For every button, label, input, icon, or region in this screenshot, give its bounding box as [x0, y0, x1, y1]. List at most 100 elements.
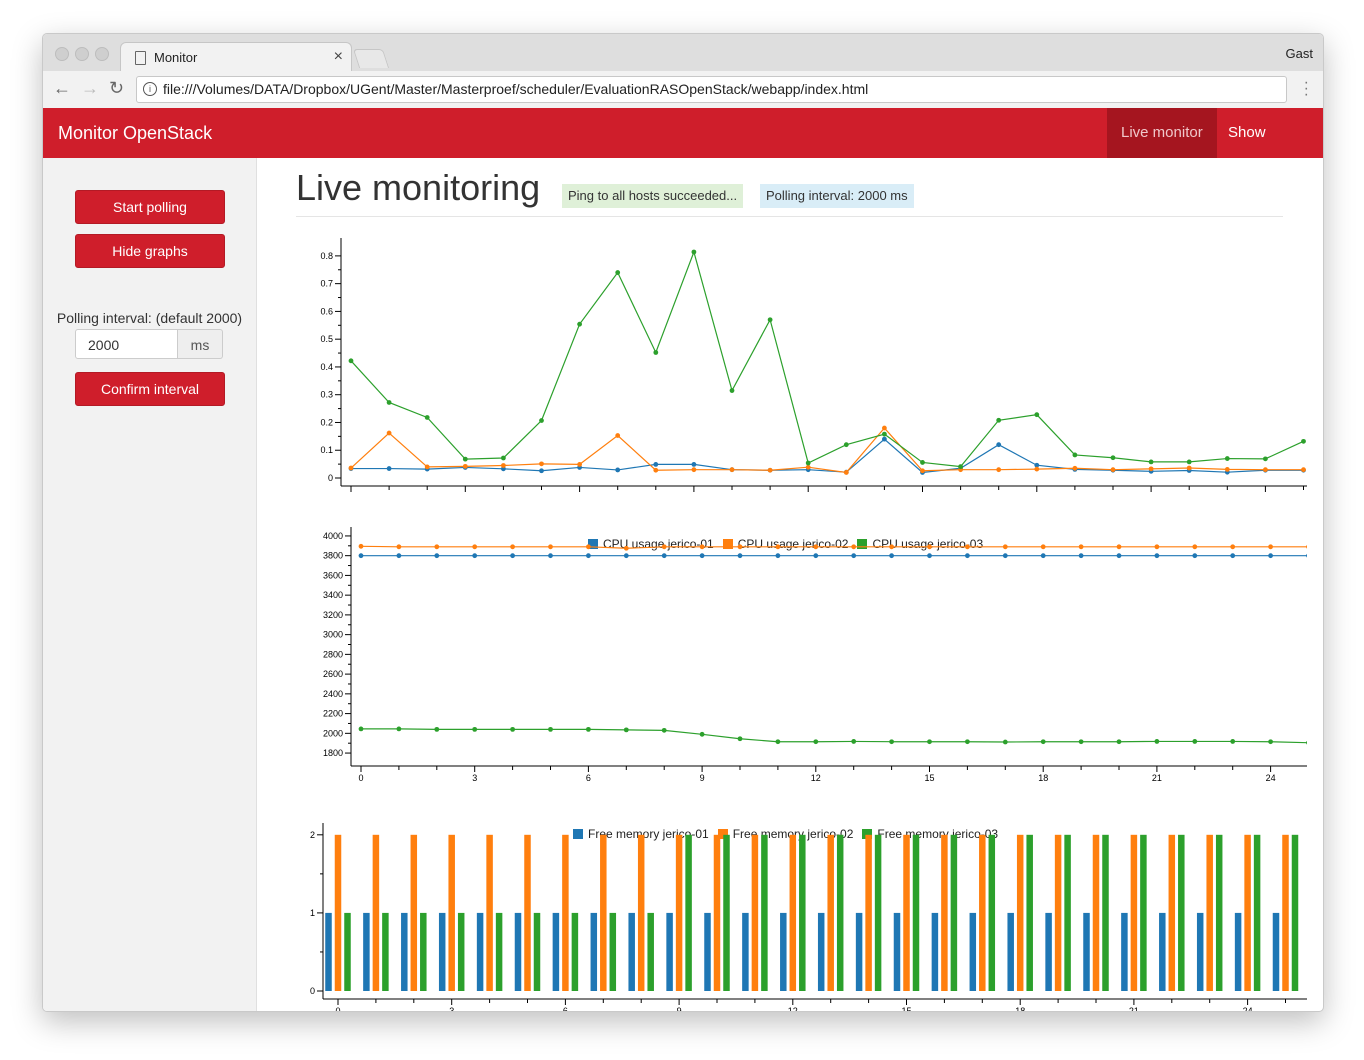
data-point	[851, 553, 857, 559]
y-tick-label: 0.4	[320, 362, 333, 372]
bar-series-3	[495, 912, 503, 991]
data-point	[1186, 459, 1192, 465]
bar-series-1	[1196, 912, 1204, 991]
cpu-usage-chart: 0 0.1 0.2 0.3 0.4 0.5 0.6 0.7 0.8 0 3 6 9 12 15 18 21 24	[320, 238, 1307, 494]
data-point	[737, 553, 743, 559]
bar-series-2	[410, 834, 418, 991]
data-point	[1268, 553, 1273, 559]
nav-live-monitor[interactable]: Live monitor	[1107, 108, 1217, 158]
x-tick-label: 0	[348, 493, 353, 494]
data-point	[661, 727, 667, 733]
bar-series-1	[514, 912, 522, 991]
maximize-window-icon[interactable]	[95, 47, 109, 61]
data-point	[843, 442, 849, 448]
y-tick-label: 3000	[323, 630, 343, 640]
bar-series-2	[675, 834, 683, 991]
data-point	[1040, 739, 1046, 745]
hide-graphs-button[interactable]: Hide graphs	[75, 234, 225, 268]
confirm-interval-button[interactable]: Confirm interval	[75, 372, 225, 406]
data-point	[386, 466, 392, 471]
document-icon	[135, 51, 146, 65]
url-text[interactable]: file:///Volumes/DATA/Dropbox/UGent/Maste…	[163, 81, 868, 97]
data-point	[920, 468, 925, 474]
start-polling-button[interactable]: Start polling	[75, 190, 225, 224]
browser-menu-icon[interactable]: · · ·	[1304, 75, 1309, 103]
app-brand[interactable]: Monitor OpenStack	[58, 123, 212, 144]
data-point	[539, 418, 544, 423]
data-point	[623, 727, 629, 733]
data-point	[813, 739, 819, 745]
x-tick-label: 3	[472, 773, 477, 783]
data-point	[699, 544, 705, 550]
forward-arrow-icon[interactable]: →	[81, 78, 99, 99]
x-tick-label: 18	[1032, 493, 1042, 494]
data-point	[548, 544, 553, 550]
data-point	[737, 736, 743, 742]
data-point	[396, 726, 402, 732]
y-tick-label: 0.7	[320, 279, 333, 289]
bar-series-3	[647, 912, 654, 991]
bar-series-1	[401, 912, 408, 991]
close-tab-icon[interactable]: ×	[334, 48, 343, 66]
minimize-window-icon[interactable]	[75, 47, 89, 61]
x-tick-label: 12	[811, 773, 821, 783]
y-tick-label: 0.1	[320, 445, 333, 455]
bar-series-1	[1007, 912, 1014, 991]
bar-series-2	[941, 834, 948, 991]
y-tick-label: 3400	[323, 590, 343, 600]
data-point	[1116, 739, 1122, 745]
data-point	[501, 463, 506, 468]
y-tick-label: 0.6	[320, 306, 333, 316]
browser-tab[interactable]: Monitor ×	[120, 42, 352, 72]
data-point	[813, 553, 819, 559]
bar-series-3	[609, 912, 617, 991]
data-point	[623, 553, 629, 559]
series-line-3	[361, 728, 1307, 744]
data-point	[927, 553, 932, 559]
data-point	[510, 726, 515, 732]
y-tick-label: 0	[310, 986, 315, 996]
data-point	[1192, 553, 1198, 559]
back-arrow-icon[interactable]: ←	[53, 78, 71, 99]
data-point	[996, 442, 1002, 448]
data-point	[965, 739, 970, 745]
data-point	[851, 739, 857, 744]
bar-series-2	[448, 834, 455, 991]
new-tab-button[interactable]	[352, 49, 390, 68]
data-point	[348, 465, 354, 471]
bar-series-2	[334, 834, 342, 991]
browser-window: Monitor × Gast ← → ↻ i file:///Volumes/D…	[42, 33, 1324, 1012]
bar-series-3	[1253, 834, 1261, 991]
ping-status-badge: Ping to all hosts succeeded...	[562, 184, 744, 208]
data-point	[965, 553, 970, 559]
data-point	[1148, 459, 1154, 465]
data-point	[882, 436, 887, 442]
data-point	[1268, 544, 1273, 550]
close-window-icon[interactable]	[55, 47, 69, 61]
polling-interval-input[interactable]: 2000	[75, 329, 178, 359]
data-point	[577, 321, 582, 327]
data-point	[1306, 553, 1307, 558]
x-tick-label: 24	[1243, 1006, 1253, 1012]
profile-name[interactable]: Gast	[1286, 46, 1313, 61]
series-line-2	[360, 545, 1307, 549]
bar-series-3	[950, 834, 958, 991]
data-point	[358, 726, 364, 732]
bar-series-3	[836, 834, 844, 991]
address-bar[interactable]: i file:///Volumes/DATA/Dropbox/UGent/Mas…	[136, 76, 1287, 103]
data-point	[586, 544, 591, 550]
x-tick-label: 21	[1152, 773, 1162, 783]
x-tick-label: 24	[1260, 493, 1270, 494]
data-point	[965, 544, 970, 550]
bar-series-1	[590, 912, 598, 991]
data-point	[1116, 553, 1122, 559]
reload-icon[interactable]: ↻	[109, 78, 124, 99]
data-point	[472, 544, 478, 550]
y-tick-label: 0.3	[320, 390, 333, 400]
bar-series-3	[723, 834, 730, 991]
data-point	[1078, 544, 1084, 550]
bar-series-3	[420, 912, 427, 991]
data-point	[729, 388, 735, 393]
info-icon[interactable]: i	[143, 82, 157, 96]
nav-show-period[interactable]: Show period	[1214, 108, 1323, 191]
